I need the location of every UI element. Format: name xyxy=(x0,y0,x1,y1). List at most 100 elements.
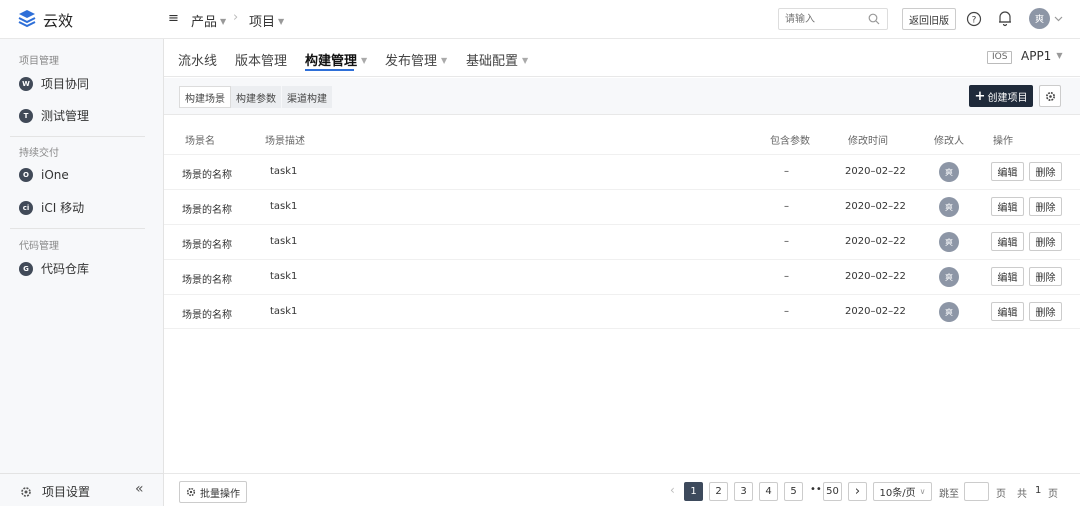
breadcrumb-product-label: 产品 xyxy=(191,15,218,30)
code-repo-icon: G xyxy=(19,261,33,276)
column-header-scene-desc: 场景描述 xyxy=(265,136,305,147)
page-1-button[interactable]: 1 xyxy=(684,482,703,501)
app-selector[interactable]: APP1 ▼ xyxy=(1021,49,1062,63)
tab-basic-config[interactable]: 基础配置 ▼ xyxy=(466,50,528,69)
edit-button[interactable]: 编辑 xyxy=(991,197,1024,216)
breadcrumb-product[interactable]: 产品 ▼ xyxy=(191,11,226,30)
help-icon[interactable]: ? xyxy=(966,11,982,27)
test-management-icon: T xyxy=(19,108,33,123)
sidebar-item-code-repo[interactable]: G 代码仓库 xyxy=(19,260,89,277)
search-input[interactable] xyxy=(779,9,863,29)
tab-release-management[interactable]: 发布管理 ▼ xyxy=(385,50,447,69)
jump-page-input[interactable] xyxy=(964,482,989,501)
scene-params: – xyxy=(784,236,789,247)
next-page-button[interactable]: › xyxy=(848,482,867,501)
user-avatar[interactable]: 爽 xyxy=(1029,8,1050,29)
scene-name: 场景的名称 xyxy=(182,170,232,181)
menu-icon[interactable]: ≡ xyxy=(168,11,179,26)
segmented-control: 构建场景 构建参数 渠道构建 xyxy=(179,86,333,108)
page-4-button[interactable]: 4 xyxy=(759,482,778,501)
scene-params: – xyxy=(784,271,789,282)
chevron-right-icon: › xyxy=(233,10,239,25)
page-50-button[interactable]: 50 xyxy=(823,482,842,501)
toolbar: 构建场景 构建参数 渠道构建 + 创建项目 xyxy=(164,78,1080,115)
tab-pipeline[interactable]: 流水线 xyxy=(178,50,217,69)
search-icon[interactable] xyxy=(868,13,880,25)
scene-desc: task1 xyxy=(270,201,298,212)
chevron-down-icon[interactable] xyxy=(1054,14,1063,23)
sidebar-item-ione[interactable]: O iOne xyxy=(19,168,69,182)
column-header-actions: 操作 xyxy=(993,136,1013,147)
sidebar-item-label: iCI 移动 xyxy=(41,201,85,215)
scene-name: 场景的名称 xyxy=(182,240,232,251)
scene-desc: task1 xyxy=(270,271,298,282)
settings-button[interactable] xyxy=(1039,85,1061,107)
create-project-label: 创建项目 xyxy=(987,92,1028,104)
bell-icon[interactable] xyxy=(997,10,1013,27)
prev-page-button[interactable]: ‹ xyxy=(670,483,675,497)
tab-build-management[interactable]: 构建管理 ▼ xyxy=(305,50,367,69)
delete-button[interactable]: 删除 xyxy=(1029,267,1062,286)
sidebar-item-project-collab[interactable]: W 项目协同 xyxy=(19,75,89,92)
batch-operation-label: 批量操作 xyxy=(200,488,240,500)
segment-build-scene[interactable]: 构建场景 xyxy=(179,86,231,108)
table-row: 场景的名称 task1 – 2020–02–22 爽 编辑 删除 xyxy=(164,154,1080,189)
edit-button[interactable]: 编辑 xyxy=(991,302,1024,321)
modifier-avatar: 爽 xyxy=(939,162,959,182)
table-row: 场景的名称 task1 – 2020–02–22 爽 编辑 删除 xyxy=(164,189,1080,224)
edit-button[interactable]: 编辑 xyxy=(991,162,1024,181)
chevron-down-icon: ▼ xyxy=(522,56,529,65)
tab-version-management[interactable]: 版本管理 xyxy=(235,50,287,69)
page-2-button[interactable]: 2 xyxy=(709,482,728,501)
edit-button[interactable]: 编辑 xyxy=(991,267,1024,286)
ici-icon: ci xyxy=(19,200,33,215)
gear-icon xyxy=(1045,91,1055,101)
breadcrumb-project[interactable]: 项目 ▼ xyxy=(249,11,284,30)
modified-time: 2020–02–22 xyxy=(845,306,906,317)
collapse-sidebar-icon[interactable]: « xyxy=(135,481,144,497)
page-size-select[interactable]: 10条/页 ∨ xyxy=(873,482,932,501)
delete-button[interactable]: 删除 xyxy=(1029,302,1062,321)
scene-desc: task1 xyxy=(270,236,298,247)
chevron-down-icon: ▼ xyxy=(220,17,227,26)
project-collab-icon: W xyxy=(19,76,33,91)
chevron-down-icon: ▼ xyxy=(278,17,285,26)
sidebar-item-ici-mobile[interactable]: ci iCI 移动 xyxy=(19,199,84,216)
table-row: 场景的名称 task1 – 2020–02–22 爽 编辑 删除 xyxy=(164,294,1080,329)
sidebar: 项目管理 W 项目协同 T 测试管理 持续交付 O iOne ci iCI 移动… xyxy=(0,39,164,506)
segment-channel-build[interactable]: 渠道构建 xyxy=(282,86,333,108)
sidebar-group-project-management: 项目管理 xyxy=(19,56,59,67)
jump-to-label: 跳至 xyxy=(939,489,959,500)
column-header-modifier: 修改人 xyxy=(934,136,964,147)
edit-button[interactable]: 编辑 xyxy=(991,232,1024,251)
top-bar: 云效 ≡ 产品▼ › 项目▼ 返回旧版 ? 爽 xyxy=(0,0,1080,39)
delete-button[interactable]: 删除 xyxy=(1029,232,1062,251)
chevron-down-icon: ▼ xyxy=(1056,51,1063,60)
delete-button[interactable]: 删除 xyxy=(1029,197,1062,216)
modified-time: 2020–02–22 xyxy=(845,236,906,247)
sidebar-item-label: 测试管理 xyxy=(41,109,90,123)
brand-name: 云效 xyxy=(43,12,74,30)
scene-params: – xyxy=(784,166,789,177)
logo-icon xyxy=(18,10,36,28)
segment-build-params[interactable]: 构建参数 xyxy=(231,86,282,108)
tab-basic-config-label: 基础配置 xyxy=(466,54,519,69)
page-5-button[interactable]: 5 xyxy=(784,482,803,501)
gear-icon xyxy=(21,486,31,497)
active-tab-indicator xyxy=(305,69,354,71)
sidebar-footer: 项目设置 « xyxy=(0,473,163,506)
create-project-button[interactable]: + 创建项目 xyxy=(969,85,1033,107)
modified-time: 2020–02–22 xyxy=(845,271,906,282)
back-to-old-version-button[interactable]: 返回旧版 xyxy=(902,8,956,30)
modifier-avatar: 爽 xyxy=(939,197,959,217)
scene-desc: task1 xyxy=(270,166,298,177)
sidebar-item-test-management[interactable]: T 测试管理 xyxy=(19,107,89,124)
modifier-avatar: 爽 xyxy=(939,302,959,322)
column-header-params: 包含参数 xyxy=(770,136,810,147)
project-settings-link[interactable]: 项目设置 xyxy=(20,483,90,500)
svg-text:?: ? xyxy=(972,16,977,26)
batch-operation-button[interactable]: 批量操作 xyxy=(179,481,247,503)
app-root: 云效 ≡ 产品▼ › 项目▼ 返回旧版 ? 爽 项目管理 W xyxy=(0,0,1080,506)
delete-button[interactable]: 删除 xyxy=(1029,162,1062,181)
page-3-button[interactable]: 3 xyxy=(734,482,753,501)
